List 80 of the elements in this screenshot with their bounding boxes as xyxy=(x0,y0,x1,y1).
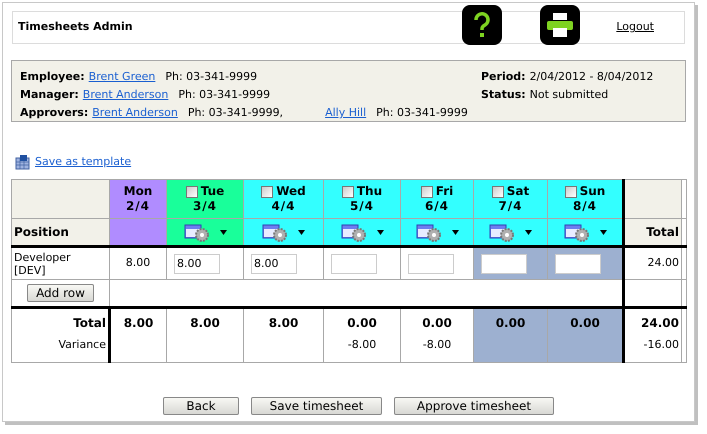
field-label: Approvers: xyxy=(20,105,88,121)
total-cell: 24.00 xyxy=(624,308,682,336)
total-cell: 24.00 xyxy=(624,246,682,280)
dropdown-arrow-icon[interactable] xyxy=(525,230,532,234)
calendar-gear-icon[interactable] xyxy=(262,222,288,242)
variance-cell: -8.00 xyxy=(324,336,400,362)
day-checkbox[interactable] xyxy=(492,186,504,198)
hours-field[interactable] xyxy=(331,254,377,274)
variance-cell xyxy=(110,336,166,362)
day-name: Sat xyxy=(506,184,530,199)
field-value: Not submitted xyxy=(530,87,608,103)
day-name: Fri xyxy=(436,184,454,199)
variance-cell: -16.00 xyxy=(624,336,682,362)
day-name: Tue xyxy=(200,184,224,199)
person-link[interactable]: Brent Green xyxy=(88,68,156,86)
hours-field[interactable]: 8.00 xyxy=(174,254,220,274)
logout-link[interactable]: Logout xyxy=(616,19,654,36)
dropdown-arrow-icon[interactable] xyxy=(600,230,606,234)
total-cell: 0.00 xyxy=(400,308,474,336)
total-cell: 0.00 xyxy=(548,308,624,336)
dropdown-arrow-icon[interactable] xyxy=(376,230,384,234)
day-checkbox[interactable] xyxy=(261,186,274,198)
day-date: 7/4 xyxy=(497,199,524,214)
total-cell: 8.00 xyxy=(166,308,244,336)
field-value: 2/04/2012 - 8/04/2012 xyxy=(530,69,654,85)
day-date: 8/4 xyxy=(572,199,598,214)
total-cell: 0.00 xyxy=(474,308,548,336)
total-cell: 0.00 xyxy=(324,308,400,336)
calendar-gear-icon[interactable] xyxy=(489,222,515,242)
hours-field[interactable] xyxy=(481,254,527,274)
phone-text: Ph: 03-341-9999 xyxy=(178,87,270,103)
calendar-gear-icon[interactable] xyxy=(184,222,210,242)
dropdown-arrow-icon[interactable] xyxy=(220,230,226,234)
day-checkbox[interactable] xyxy=(564,186,577,198)
save-template-link[interactable]: Save as template xyxy=(35,154,132,170)
column-header: Total xyxy=(624,218,682,246)
printer-icon[interactable] xyxy=(540,4,580,44)
action-button[interactable]: Back xyxy=(163,397,239,415)
phone-text: Ph: 03-341-9999 xyxy=(376,105,468,121)
person-link[interactable]: Ally Hill xyxy=(325,104,366,122)
action-button[interactable]: Save timesheet xyxy=(251,397,382,415)
calendar-gear-icon[interactable] xyxy=(564,222,590,242)
variance-cell: -8.00 xyxy=(400,336,474,362)
add-row-button[interactable]: Add row xyxy=(27,284,94,302)
field-label: Manager: xyxy=(20,87,79,103)
day-date: 6/4 xyxy=(424,199,450,214)
field-label: Status: xyxy=(481,87,526,103)
phone-text: Ph: 03-341-9999 xyxy=(165,69,258,85)
dropdown-arrow-icon[interactable] xyxy=(452,230,458,234)
hours-field[interactable] xyxy=(408,254,454,274)
calendar-gear-icon[interactable] xyxy=(340,222,366,242)
dropdown-arrow-icon[interactable] xyxy=(298,230,305,234)
person-link[interactable]: Brent Anderson xyxy=(82,86,168,104)
template-icon[interactable] xyxy=(15,154,30,170)
day-checkbox[interactable] xyxy=(342,186,354,198)
day-name: Sun xyxy=(580,184,606,199)
column-header: Position xyxy=(12,218,110,246)
total-cell: 8.00 xyxy=(110,308,166,336)
page-title: Timesheets Admin xyxy=(18,19,133,36)
field-label: Employee: xyxy=(20,69,85,85)
hours-field[interactable]: 8.00 xyxy=(251,254,297,274)
hours-field[interactable] xyxy=(555,254,601,274)
day-name: Wed xyxy=(276,184,306,199)
day-checkbox[interactable] xyxy=(420,186,433,198)
day-date: 4/4 xyxy=(270,199,297,214)
phone-text: Ph: 03-341-9999, xyxy=(188,105,284,121)
person-link[interactable]: Brent Anderson xyxy=(92,104,178,122)
calendar-gear-icon[interactable] xyxy=(416,222,442,242)
day-date: 2/4 xyxy=(124,199,152,214)
total-cell: 8.00 xyxy=(244,308,324,336)
position-text: Developer [DEV] xyxy=(14,250,72,276)
day-name: Mon xyxy=(124,184,152,199)
help-icon[interactable] xyxy=(462,4,502,44)
day-checkbox[interactable] xyxy=(186,186,198,198)
action-button[interactable]: Approve timesheet xyxy=(394,397,554,415)
day-date: 3/4 xyxy=(192,199,218,214)
field-label: Period: xyxy=(481,69,526,85)
hours-text: 8.00 xyxy=(126,256,150,270)
day-name: Thu xyxy=(356,184,382,199)
day-date: 5/4 xyxy=(348,199,376,214)
